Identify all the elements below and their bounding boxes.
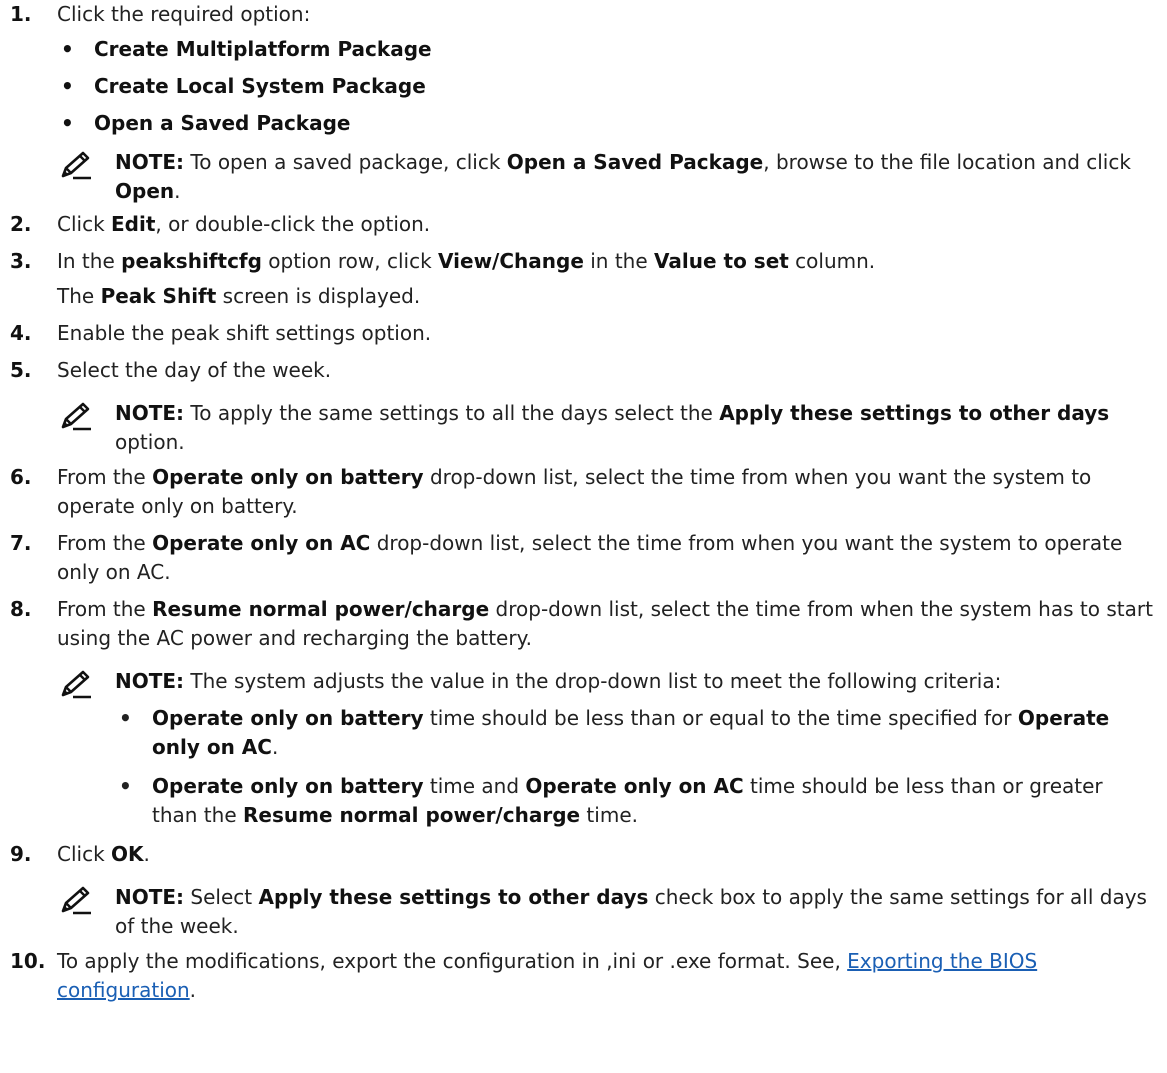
step-bold: View/Change — [438, 249, 584, 273]
step-number: 9. — [10, 842, 32, 866]
step-2: 2. Click Edit, or double-click the optio… — [0, 210, 1167, 239]
step-text: To apply the modifications, export the c… — [57, 949, 848, 973]
step-number: 3. — [10, 249, 32, 273]
note-text: , browse to the file location and click — [763, 150, 1131, 174]
step-bold: OK — [111, 842, 144, 866]
step-6: 6. From the Operate only on battery drop… — [0, 463, 1167, 521]
step-text: From the — [57, 465, 153, 489]
step-text: in the — [583, 249, 655, 273]
step-number: 2. — [10, 212, 32, 236]
criteria-item: Operate only on battery time and Operate… — [115, 772, 1149, 830]
criteria-list: Operate only on battery time should be l… — [115, 704, 1149, 830]
step-text: . — [143, 842, 150, 866]
note-bold: Apply these settings to other days — [258, 885, 649, 909]
step-text: . — [189, 978, 197, 1002]
note: NOTE: To open a saved package, click Ope… — [57, 148, 1157, 206]
step-bold: Operate only on battery — [152, 465, 424, 489]
criteria-text: . — [271, 735, 279, 759]
note-bold: Apply these settings to other days — [719, 401, 1110, 425]
step-text: , or double-click the option. — [155, 212, 431, 236]
step-number: 1. — [10, 2, 32, 26]
step-bold: Peak Shift — [100, 284, 217, 308]
note-label: NOTE: — [115, 669, 185, 693]
step-text: From the — [57, 597, 153, 621]
pencil-note-icon — [61, 886, 93, 915]
step-number: 10. — [10, 949, 46, 973]
note: NOTE: Select Apply these settings to oth… — [57, 883, 1157, 941]
step-9: 9. Click OK. NOTE: Select Apply these se… — [0, 840, 1167, 941]
option-item: Open a Saved Package — [57, 109, 1157, 138]
note-text: To apply the same settings to all the da… — [184, 401, 720, 425]
step-text: screen is displayed. — [216, 284, 421, 308]
pencil-note-icon — [61, 670, 93, 699]
note-text: . — [174, 179, 181, 203]
step-bold: peakshiftcfg — [121, 249, 262, 273]
step-10: 10. To apply the modifications, export t… — [0, 947, 1167, 1005]
step-number: 7. — [10, 531, 32, 555]
step-text: Click — [57, 212, 112, 236]
criteria-text: time. — [580, 803, 638, 827]
note: NOTE: To apply the same settings to all … — [57, 399, 1157, 457]
step-number: 8. — [10, 597, 32, 621]
step-result: The Peak Shift screen is displayed. — [57, 282, 1157, 311]
option-item: Create Multiplatform Package — [57, 35, 1157, 64]
step-text: The — [57, 284, 101, 308]
step-text: From the — [57, 531, 153, 555]
step-1: 1. Click the required option: Create Mul… — [0, 0, 1167, 206]
step-number: 6. — [10, 465, 32, 489]
document-page: 1. Click the required option: Create Mul… — [0, 0, 1167, 1005]
note-bold: Open a Saved Package — [506, 150, 764, 174]
step-8: 8. From the Resume normal power/charge d… — [0, 595, 1167, 830]
criteria-bold: Operate only on battery — [152, 774, 424, 798]
step-text: In the — [57, 249, 122, 273]
pencil-note-icon — [61, 402, 93, 431]
step-text: Click — [57, 842, 112, 866]
note-text: To open a saved package, click — [184, 150, 507, 174]
criteria-text: time and — [423, 774, 526, 798]
step-text: column. — [788, 249, 876, 273]
note-text: Select — [184, 885, 259, 909]
step-text: Click the required option: — [57, 2, 311, 26]
note-text: The system adjusts the value in the drop… — [184, 669, 1002, 693]
note-text: option. — [115, 430, 185, 454]
note-label: NOTE: — [115, 401, 185, 425]
step-number: 5. — [10, 358, 32, 382]
step-bold: Edit — [111, 212, 156, 236]
note-bold: Open — [115, 179, 175, 203]
note-label: NOTE: — [115, 150, 185, 174]
step-text: option row, click — [261, 249, 439, 273]
step-number: 4. — [10, 321, 32, 345]
step-bold: Operate only on AC — [152, 531, 371, 555]
step-bold: Resume normal power/charge — [152, 597, 490, 621]
step-5: 5. Select the day of the week. NOTE: To … — [0, 356, 1167, 457]
criteria-text: time should be less than or equal to the… — [423, 706, 1018, 730]
pencil-note-icon — [61, 151, 93, 180]
criteria-bold: Resume normal power/charge — [243, 803, 581, 827]
option-list: Create Multiplatform Package Create Loca… — [57, 35, 1157, 138]
step-3: 3. In the peakshiftcfg option row, click… — [0, 247, 1167, 311]
note: NOTE: The system adjusts the value in th… — [57, 667, 1157, 830]
step-text: Enable the peak shift settings option. — [57, 321, 432, 345]
step-4: 4. Enable the peak shift settings option… — [0, 319, 1167, 348]
criteria-item: Operate only on battery time should be l… — [115, 704, 1149, 762]
criteria-bold: Operate only on AC — [525, 774, 744, 798]
step-text: Select the day of the week. — [57, 358, 332, 382]
option-item: Create Local System Package — [57, 72, 1157, 101]
step-7: 7. From the Operate only on AC drop-down… — [0, 529, 1167, 587]
note-label: NOTE: — [115, 885, 185, 909]
step-bold: Value to set — [654, 249, 789, 273]
criteria-bold: Operate only on battery — [152, 706, 424, 730]
